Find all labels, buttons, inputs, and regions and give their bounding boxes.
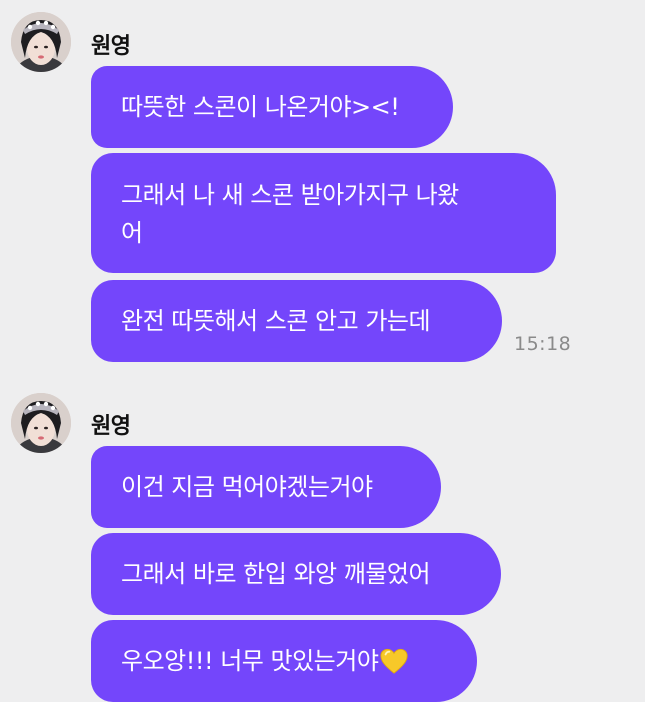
avatar[interactable]: [11, 393, 71, 453]
message-text: 우오앙!!! 너무 맛있는거야: [121, 647, 379, 675]
message-bubble[interactable]: 완전 따뜻해서 스콘 안고 가는데: [91, 280, 502, 362]
profile-photo-icon: [11, 393, 71, 453]
message-bubble[interactable]: 이건 지금 먹어야겠는거야: [91, 446, 441, 528]
message-bubble[interactable]: 그래서 바로 한입 와앙 깨물었어: [91, 533, 501, 615]
avatar[interactable]: [11, 12, 71, 72]
message-text: 완전 따뜻해서 스콘 안고 가는데: [121, 307, 431, 335]
sender-name: 원영: [91, 34, 131, 59]
message-bubble[interactable]: 그래서 나 새 스콘 받아가지구 나왔 어: [91, 153, 556, 273]
message-text: 따뜻한 스콘이 나온거야><!: [121, 93, 400, 121]
message-text: 그래서 나 새 스콘 받아가지구 나왔 어: [121, 181, 459, 247]
message-timestamp: 15:18: [514, 333, 572, 355]
profile-photo-icon: [11, 12, 71, 72]
yellow-heart-icon: [380, 648, 409, 674]
message-bubble[interactable]: 우오앙!!! 너무 맛있는거야: [91, 620, 477, 702]
message-text: 그래서 바로 한입 와앙 깨물었어: [121, 560, 431, 588]
message-text: 이건 지금 먹어야겠는거야: [121, 473, 373, 501]
message-bubble[interactable]: 따뜻한 스콘이 나온거야><!: [91, 66, 453, 148]
sender-name: 원영: [91, 414, 131, 439]
